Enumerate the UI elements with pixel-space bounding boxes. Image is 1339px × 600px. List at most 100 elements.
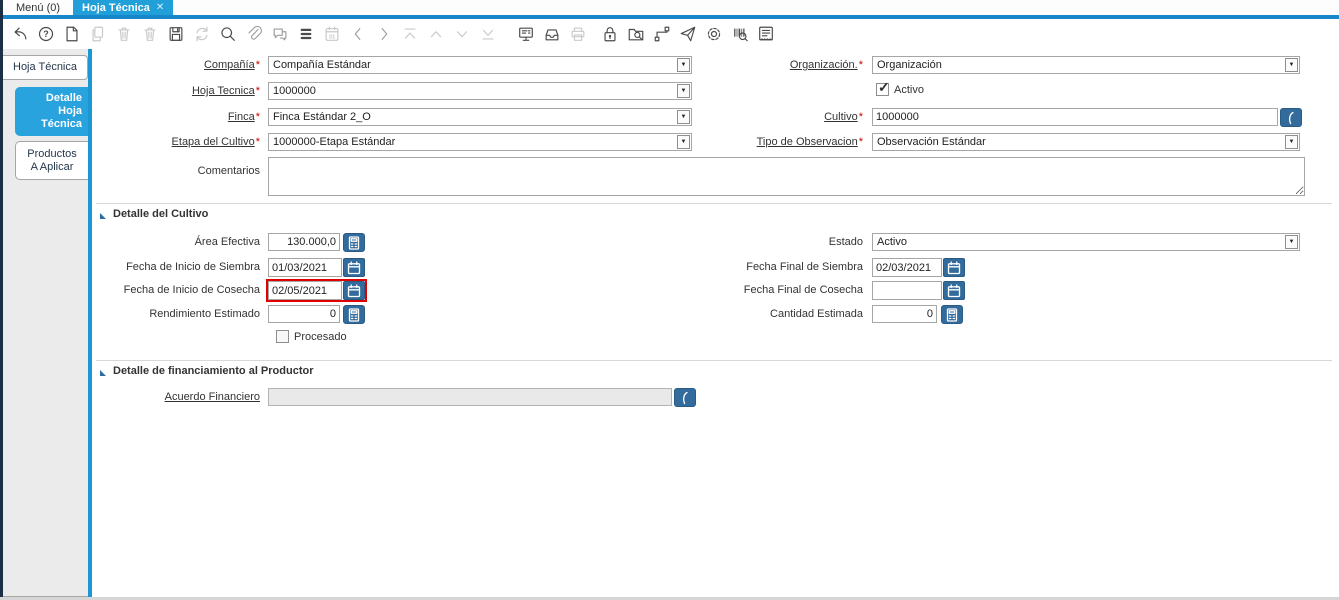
fecha-final-cosecha-input[interactable] — [872, 281, 942, 300]
fecha-inicio-cosecha-input[interactable] — [268, 281, 342, 300]
activo-checkbox[interactable]: ✓ — [876, 79, 890, 96]
tab-menu[interactable]: Menú (0) — [3, 0, 73, 15]
sidebar-tab-hoja-tecnica[interactable]: Hoja Técnica — [3, 55, 88, 80]
delete-record-icon[interactable] — [115, 25, 133, 43]
fecha-inicio-cosecha-label: Fecha de Inicio de Cosecha — [123, 284, 260, 296]
cultivo-zoom-record-button[interactable] — [1280, 108, 1302, 127]
last-record-icon[interactable] — [479, 25, 497, 43]
fecha-final-cosecha-calendar-button[interactable] — [943, 281, 965, 300]
fecha-final-siembra-field — [872, 258, 965, 277]
procesado-checkbox[interactable]: ✓ — [276, 330, 289, 343]
finca-label: Finca* — [227, 111, 260, 123]
window-report-icon[interactable] — [757, 25, 775, 43]
fecha-final-cosecha-label: Fecha Final de Cosecha — [743, 284, 863, 296]
zoom-across-icon[interactable] — [627, 25, 645, 43]
chat-icon[interactable] — [271, 25, 289, 43]
zoom-record-icon — [1288, 111, 1294, 124]
tipo-observacion-select[interactable]: Observación Estándar ▼ — [872, 133, 1300, 151]
new-record-icon[interactable] — [63, 25, 81, 43]
form-content: Compañía* Compañía Estándar ▼ Organizaci… — [92, 49, 1339, 597]
product-info-icon[interactable] — [731, 25, 749, 43]
grid-toggle-icon[interactable] — [297, 25, 315, 43]
fecha-final-siembra-label: Fecha Final de Siembra — [746, 261, 863, 273]
area-efectiva-calculator-button[interactable] — [343, 233, 365, 252]
sidebar-tab-detalle-line: Hoja — [58, 105, 82, 117]
desktop-tabbar: Menú (0) Hoja Técnica ✕ — [3, 0, 1339, 15]
tab-menu-label: Menú (0) — [16, 1, 61, 14]
organizacion-label: Organización.* — [789, 59, 863, 71]
fecha-inicio-siembra-label: Fecha de Inicio de Siembra — [126, 261, 260, 273]
cantidad-estimada-input[interactable] — [872, 305, 937, 323]
copy-record-icon[interactable] — [89, 25, 107, 43]
close-tab-icon[interactable]: ✕ — [156, 2, 164, 13]
archive-icon[interactable] — [543, 25, 561, 43]
chevron-down-icon[interactable]: ▼ — [1285, 58, 1298, 72]
sidebar-tab-productos-a-aplicar[interactable]: Productos A Aplicar — [15, 141, 88, 180]
cultivo-input[interactable] — [872, 108, 1278, 126]
next-record-icon[interactable] — [453, 25, 471, 43]
calendar-icon[interactable] — [323, 25, 341, 43]
check-icon: ✓ — [878, 79, 890, 95]
compania-select[interactable]: Compañía Estándar ▼ — [268, 56, 692, 74]
rendimiento-estimado-input[interactable] — [268, 305, 340, 323]
workflow-icon[interactable] — [653, 25, 671, 43]
acuerdo-financiero-zoom-record-button[interactable] — [674, 388, 696, 407]
comentarios-textarea[interactable] — [268, 157, 1305, 196]
section-detalle-cultivo[interactable]: Detalle del Cultivo — [100, 208, 208, 221]
hoja-tecnica-value: 1000000 — [273, 85, 316, 97]
sidebar-tab-hoja-tecnica-label: Hoja Técnica — [13, 61, 77, 73]
rendimiento-estimado-calculator-button[interactable] — [343, 305, 365, 324]
first-record-icon[interactable] — [401, 25, 419, 43]
help-icon[interactable] — [37, 25, 55, 43]
collapse-triangle-icon — [100, 370, 106, 376]
tipo-observacion-value: Observación Estándar — [877, 136, 986, 148]
etapa-cultivo-label: Etapa del Cultivo* — [171, 136, 260, 148]
calculator-icon — [348, 307, 360, 322]
print-icon[interactable] — [569, 25, 587, 43]
lock-icon[interactable] — [601, 25, 619, 43]
delete-selection-icon[interactable] — [141, 25, 159, 43]
etapa-cultivo-value: 1000000-Etapa Estándar — [273, 136, 396, 148]
cultivo-label: Cultivo* — [824, 111, 863, 123]
sidebar-tab-detalle-hoja-tecnica[interactable]: Detalle Hoja Técnica — [15, 87, 88, 136]
nav-right-icon[interactable] — [375, 25, 393, 43]
finca-select[interactable]: Finca Estándar 2_O ▼ — [268, 108, 692, 126]
cantidad-estimada-calculator-button[interactable] — [941, 305, 963, 324]
find-icon[interactable] — [219, 25, 237, 43]
save-icon[interactable] — [167, 25, 185, 43]
undo-icon[interactable] — [11, 25, 29, 43]
sidebar-tab-detalle-line: Detalle — [45, 92, 82, 104]
compania-label: Compañía* — [203, 59, 260, 71]
rendimiento-estimado-label: Rendimiento Estimado — [149, 308, 260, 320]
organizacion-value: Organización — [877, 59, 942, 71]
acuerdo-financiero-input[interactable] — [268, 388, 672, 406]
chevron-down-icon[interactable]: ▼ — [1285, 135, 1298, 149]
report-icon[interactable] — [517, 25, 535, 43]
etapa-cultivo-select[interactable]: 1000000-Etapa Estándar ▼ — [268, 133, 692, 151]
toolbar — [3, 19, 1339, 49]
tab-hoja-tecnica[interactable]: Hoja Técnica ✕ — [73, 0, 174, 15]
calendar-icon — [347, 283, 361, 297]
fecha-inicio-cosecha-calendar-button[interactable] — [343, 281, 365, 300]
requery-icon[interactable] — [193, 25, 211, 43]
fecha-inicio-siembra-input[interactable] — [268, 258, 342, 277]
attachment-icon[interactable] — [245, 25, 263, 43]
preferences-icon[interactable] — [705, 25, 723, 43]
tipo-observacion-label: Tipo de Observacion* — [756, 136, 863, 148]
organizacion-select[interactable]: Organización ▼ — [872, 56, 1300, 74]
chevron-down-icon[interactable]: ▼ — [677, 84, 690, 98]
share-icon[interactable] — [679, 25, 697, 43]
chevron-down-icon[interactable]: ▼ — [1285, 235, 1298, 249]
previous-record-icon[interactable] — [427, 25, 445, 43]
section-financiamiento[interactable]: Detalle de financiamiento al Productor — [100, 365, 314, 378]
hoja-tecnica-select[interactable]: 1000000 ▼ — [268, 82, 692, 100]
area-efectiva-input[interactable] — [268, 233, 340, 251]
fecha-final-siembra-input[interactable] — [872, 258, 942, 277]
sidebar-tab-productos-line: A Aplicar — [30, 161, 74, 173]
fecha-inicio-siembra-field — [268, 258, 365, 277]
estado-select[interactable]: Activo ▼ — [872, 233, 1300, 251]
fecha-inicio-siembra-calendar-button[interactable] — [343, 258, 365, 277]
fecha-final-siembra-calendar-button[interactable] — [943, 258, 965, 277]
estado-value: Activo — [877, 236, 907, 248]
nav-left-icon[interactable] — [349, 25, 367, 43]
